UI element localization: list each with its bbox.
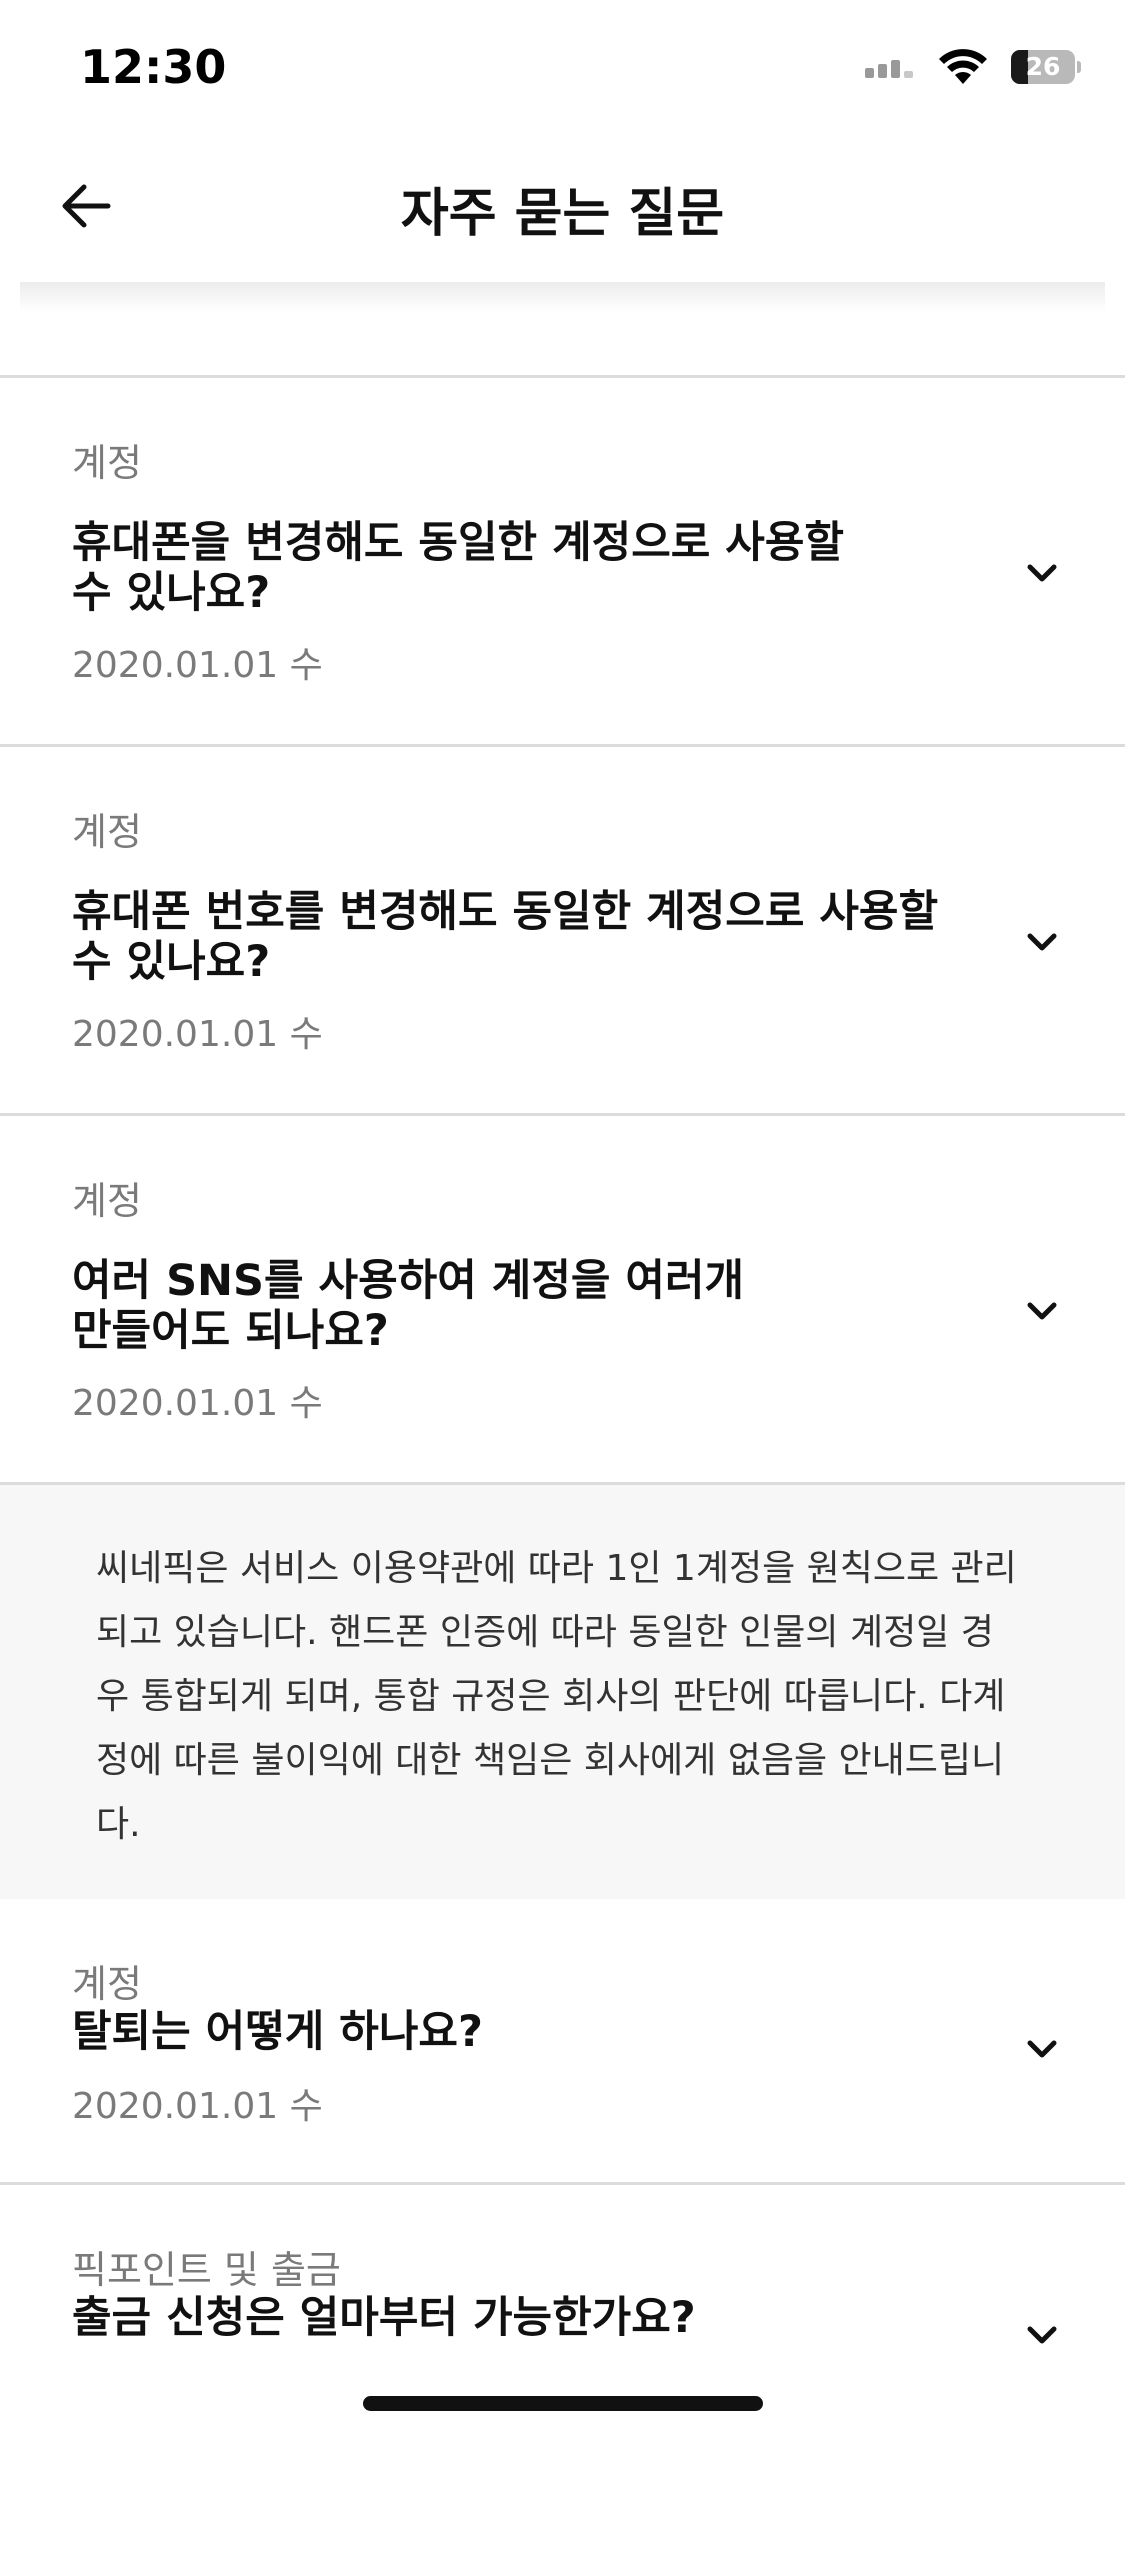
faq-item[interactable]: 픽포인트 및 출금 출금 신청은 얼마부터 가능한가요?	[0, 2185, 1125, 2551]
faq-date: 2020.01.01 수	[72, 2086, 323, 2127]
chevron-down-icon[interactable]	[1022, 558, 1062, 588]
home-indicator	[363, 2396, 763, 2411]
chevron-down-icon[interactable]	[1022, 927, 1062, 957]
status-icons: 26	[865, 44, 1125, 94]
status-bar: 12:30 26	[0, 0, 1125, 135]
faq-list: 계정 휴대폰을 변경해도 동일한 계정으로 사용할 수 있나요? 2020.01…	[0, 375, 1125, 2551]
battery-icon: 26	[1011, 50, 1081, 84]
arrow-left-icon	[62, 184, 111, 228]
faq-question: 휴대폰 번호를 변경해도 동일한 계정으로 사용할 수 있나요?	[72, 887, 939, 987]
faq-answer-text: 씨네픽은 서비스 이용약관에 따라 1인 1계정을 원칙으로 관리되고 있습니다…	[96, 1548, 1017, 1845]
battery-level: 26	[1025, 52, 1061, 81]
wifi-icon	[939, 49, 987, 84]
faq-category: 계정	[72, 1962, 142, 2006]
faq-category: 계정	[72, 441, 142, 485]
faq-question: 여러 SNS를 사용하여 계정을 여러개 만들어도 되나요?	[72, 1256, 745, 1356]
faq-question: 출금 신청은 얼마부터 가능한가요?	[72, 2293, 696, 2343]
status-time: 12:30	[80, 40, 227, 94]
faq-date: 2020.01.01 수	[72, 1014, 323, 1055]
faq-answer: 씨네픽은 서비스 이용약관에 따라 1인 1계정을 원칙으로 관리되고 있습니다…	[0, 1482, 1125, 1899]
back-button[interactable]	[52, 171, 122, 241]
page-title: 자주 묻는 질문	[400, 184, 725, 244]
faq-question: 탈퇴는 어떻게 하나요?	[72, 2007, 483, 2057]
faq-item[interactable]: 계정 휴대폰 번호를 변경해도 동일한 계정으로 사용할 수 있나요? 2020…	[0, 747, 1125, 1116]
faq-question: 휴대폰을 변경해도 동일한 계정으로 사용할 수 있나요?	[72, 518, 844, 618]
chevron-down-icon[interactable]	[1022, 2320, 1062, 2350]
faq-item[interactable]: 계정 휴대폰을 변경해도 동일한 계정으로 사용할 수 있나요? 2020.01…	[0, 378, 1125, 747]
faq-category: 픽포인트 및 출금	[72, 2248, 341, 2292]
faq-category: 계정	[72, 810, 142, 854]
faq-category: 계정	[72, 1179, 142, 1223]
app-header: 자주 묻는 질문	[0, 135, 1125, 285]
cellular-signal-icon	[865, 60, 913, 78]
chevron-down-icon[interactable]	[1022, 1296, 1062, 1326]
faq-item[interactable]: 계정 탈퇴는 어떻게 하나요? 2020.01.01 수	[0, 1899, 1125, 2185]
faq-item-expanded[interactable]: 계정 여러 SNS를 사용하여 계정을 여러개 만들어도 되나요? 2020.0…	[0, 1116, 1125, 1482]
faq-date: 2020.01.01 수	[72, 1383, 323, 1424]
chevron-down-icon[interactable]	[1022, 2034, 1062, 2064]
header-shadow	[20, 282, 1105, 312]
faq-date: 2020.01.01 수	[72, 645, 323, 686]
